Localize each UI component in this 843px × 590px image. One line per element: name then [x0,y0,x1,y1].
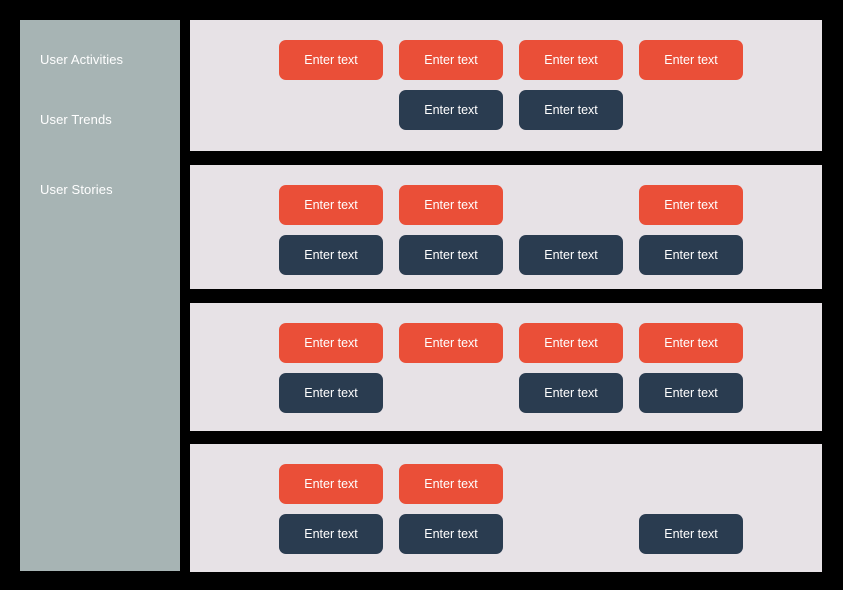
panel-3: Enter text Enter text Enter text Enter text… [190,303,822,431]
button-slot: Enter text [279,373,383,413]
button-row: Enter text Enter text Enter text Enter text [190,165,822,289]
sidebar-item-user-trends[interactable]: User Trends [40,112,112,128]
sidebar-item-user-activities[interactable]: User Activities [40,52,123,68]
button-slot: Enter text [279,514,383,554]
enter-text-button[interactable]: Enter text [639,373,743,413]
button-slot: Enter text [639,373,743,413]
app-root: User Activities User Trends User Stories… [0,0,843,590]
button-slot: Enter text [399,514,503,554]
sidebar-item-user-stories[interactable]: User Stories [40,182,113,198]
enter-text-button[interactable]: Enter text [279,235,383,275]
sidebar-item-label: User Trends [40,112,112,127]
enter-text-button[interactable]: Enter text [399,514,503,554]
enter-text-button[interactable]: Enter text [399,90,503,130]
enter-text-button[interactable]: Enter text [279,514,383,554]
enter-text-button[interactable]: Enter text [399,235,503,275]
enter-text-button[interactable]: Enter text [639,514,743,554]
button-slot: Enter text [399,90,503,130]
enter-text-button[interactable]: Enter text [279,373,383,413]
button-slot: Enter text [399,235,503,275]
button-slot: Enter text [279,235,383,275]
button-slot: Enter text [519,373,623,413]
panel-2: Enter text Enter text Enter text Enter text… [190,165,822,289]
button-row: Enter text Enter text [190,20,822,151]
panel-1: Enter text Enter text Enter text Enter text… [190,20,822,151]
enter-text-button[interactable]: Enter text [519,90,623,130]
enter-text-button[interactable]: Enter text [639,235,743,275]
button-slot: Enter text [639,235,743,275]
panel-4: Enter text Enter text Enter text Enter text… [190,444,822,572]
sidebar: User Activities User Trends User Stories [20,20,180,571]
sidebar-item-label: User Activities [40,52,124,67]
enter-text-button[interactable]: Enter text [519,373,623,413]
button-slot: Enter text [519,90,623,130]
sidebar-item-label: User Stories [40,182,113,197]
enter-text-button[interactable]: Enter text [519,235,623,275]
button-slot: Enter text [639,514,743,554]
button-slot: Enter text [519,235,623,275]
button-row: Enter text Enter text Enter text [190,444,822,572]
button-row: Enter text Enter text Enter text [190,303,822,431]
